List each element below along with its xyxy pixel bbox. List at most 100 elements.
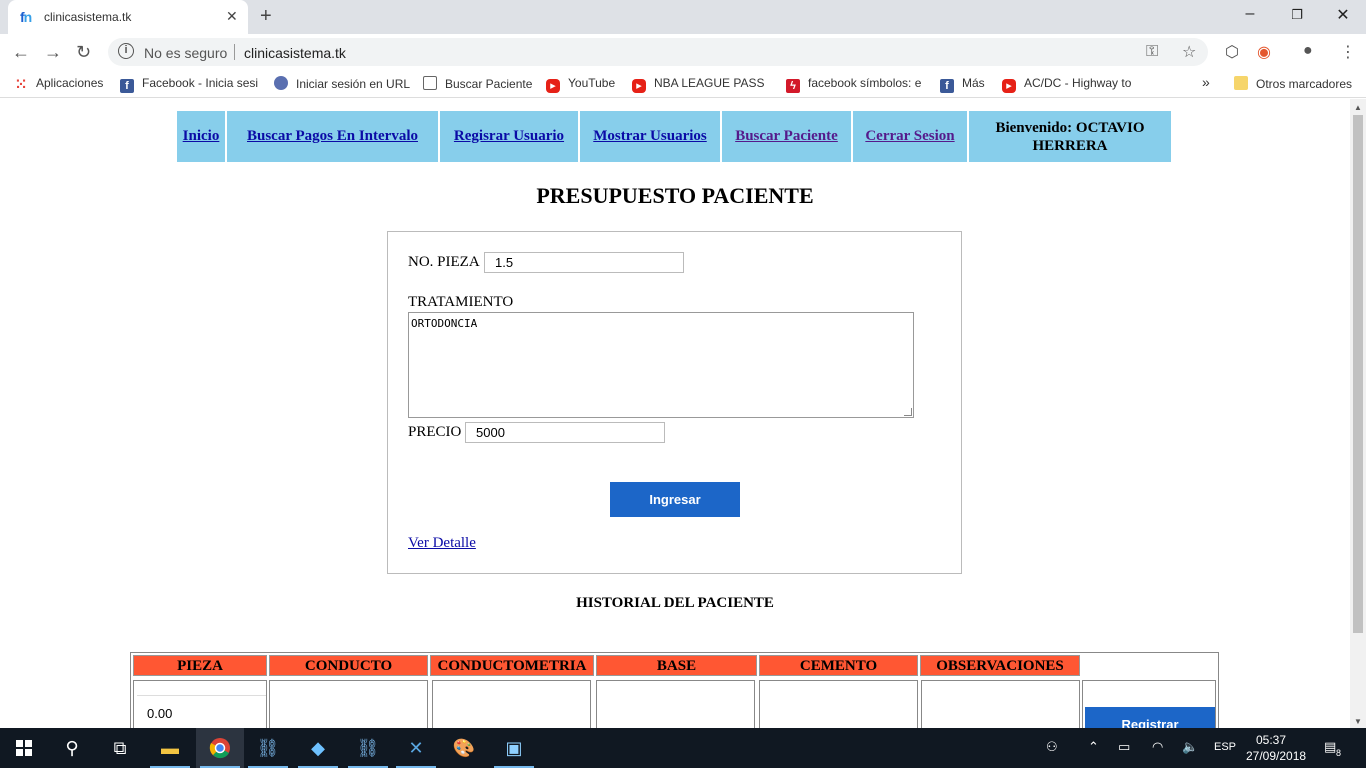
restore-icon[interactable]: ❐ [1287,7,1307,23]
wifi-icon[interactable]: ◠ [1152,739,1163,755]
volume-icon[interactable]: 🔈 [1182,739,1198,755]
battery-icon[interactable]: ▭ [1118,739,1130,755]
key-icon[interactable]: ⚿ [1146,43,1158,61]
people-icon[interactable]: ⚇ [1046,739,1058,755]
file-explorer-icon[interactable]: ▬ [146,728,194,768]
new-tab-button[interactable]: + [260,5,272,28]
chrome-icon[interactable] [196,728,244,768]
bookmark-mas[interactable]: f Más [940,76,985,93]
clock-date: 27/09/2018 [1246,749,1307,763]
profile-avatar[interactable]: ● [1303,42,1313,60]
scroll-up-icon[interactable]: ▲ [1354,103,1362,112]
scroll-down-icon[interactable]: ▼ [1354,717,1362,726]
youtube-icon: ▸ [546,79,560,93]
pieza-label: NO. PIEZA [408,254,480,270]
youtube-icon: ▸ [1002,79,1016,93]
paint-icon[interactable]: 🎨 [440,728,488,768]
virtualbox-icon[interactable]: ▣ [490,728,538,768]
vscode-icon[interactable]: ✕ [392,728,440,768]
bookmark-iniciar-sesion[interactable]: Iniciar sesión en URL [274,76,410,91]
notifications-icon[interactable]: ▤ [1324,739,1336,755]
page-title: PRESUPUESTO PACIENTE [536,183,814,208]
nav-cell-buscar-paciente: Buscar Paciente [722,111,851,162]
bookmarks-bar: ⁙ Aplicaciones f Facebook - Inicia sesi In… [0,70,1366,98]
clock[interactable]: 05:37 27/09/2018 [1246,732,1307,764]
other-bookmarks[interactable]: Otros marcadores [1234,76,1352,91]
menu-icon[interactable]: ⋮ [1340,42,1356,62]
bookmark-buscar-paciente[interactable]: Buscar Paciente [423,76,532,91]
nav-link-cerrar-sesion[interactable]: Cerrar Sesion [865,128,954,145]
info-icon[interactable]: i [118,43,134,59]
bookmark-facebook-simbolos[interactable]: ϟ facebook símbolos: e [786,76,923,93]
ver-detalle-link[interactable]: Ver Detalle [408,535,476,552]
reload-icon[interactable]: ↻ [76,42,91,63]
bookmark-acdc[interactable]: ▸ AC/DC - Highway to [1002,76,1138,93]
tab-title: clinicasistema.tk [44,10,132,24]
windows-logo-icon [16,740,32,756]
language-indicator[interactable]: ESP [1214,741,1236,753]
facebook-icon: f [940,79,954,93]
facebook-icon: f [120,79,134,93]
page-scrollbar[interactable]: ▲ ▼ [1350,99,1366,728]
bookmark-aplicaciones[interactable]: ⁙ Aplicaciones [14,76,103,91]
url-text[interactable]: clinicasistema.tk [244,45,346,61]
app-diamond-icon[interactable]: ◆ [294,728,342,768]
more-bookmarks-button[interactable]: » [1202,74,1210,90]
divider [234,44,235,60]
nav-cell-mostrar-usuarios: Mostrar Usuarios [580,111,720,162]
bookmark-nba[interactable]: ▸ NBA LEAGUE PASS H [632,76,767,93]
network-app-icon[interactable]: ⛓ [244,728,292,768]
document-icon [423,76,437,90]
start-button[interactable] [0,728,48,768]
address-bar[interactable]: i No es seguro clinicasistema.tk ⚿ ☆ [108,38,1208,66]
nav-link-buscar-pagos[interactable]: Buscar Pagos En Intervalo [247,128,418,145]
clock-time: 05:37 [1255,733,1287,747]
nav-link-buscar-paciente[interactable]: Buscar Paciente [735,128,838,145]
browser-toolbar: ← → ↻ i No es seguro clinicasistema.tk ⚿… [0,34,1366,70]
tray-expand-icon[interactable]: ⌃ [1088,739,1099,755]
window-close-icon[interactable]: ✕ [1333,5,1353,25]
main-nav: Inicio Buscar Pagos En Intervalo Regisra… [177,111,1173,162]
resize-handle[interactable] [904,408,912,416]
minimize-icon[interactable]: – [1240,5,1260,23]
scroll-thumb[interactable] [1353,115,1363,633]
network-app-2-icon[interactable]: ⛓ [344,728,392,768]
flash-icon: ϟ [786,79,800,93]
globe-icon [274,76,288,90]
chrome-logo-icon [209,738,230,759]
search-icon[interactable]: ⚲ [48,728,96,768]
notification-count: 8 [1336,748,1342,758]
bookmark-facebook[interactable]: f Facebook - Inicia sesi [120,76,258,93]
nav-link-inicio[interactable]: Inicio [183,128,220,145]
close-tab-icon[interactable]: ✕ [226,8,238,25]
extension-record-icon[interactable]: ◉ [1257,42,1271,62]
column-header-pieza: PIEZA [133,655,267,676]
column-header-conductometria: CONDUCTOMETRIA [430,655,594,676]
precio-input[interactable]: 5000 [465,422,665,443]
pieza-input[interactable]: 1.5 [484,252,684,273]
welcome-message: Bienvenido: OCTAVIO HERRERA [969,111,1171,162]
column-header-observaciones: OBSERVACIONES [920,655,1080,676]
windows-taskbar: ⚲ ⧉ ▬ ⛓ ◆ ⛓ ✕ 🎨 ▣ ⚇ ⌃ ▭ ◠ 🔈 ESP 05:37 27… [0,728,1366,768]
pieza-history-input[interactable]: 0.00 [137,695,266,729]
nav-link-registrar-usuario[interactable]: Regisrar Usuario [454,128,564,145]
nav-cell-inicio: Inicio [177,111,225,162]
column-header-conducto: CONDUCTO [269,655,428,676]
bookmark-youtube[interactable]: ▸ YouTube [546,76,615,93]
extension-icon[interactable]: ⬡ [1225,42,1239,62]
folder-icon [1234,76,1248,90]
tratamiento-textarea[interactable]: ORTODONCIA [408,312,914,418]
nav-cell-registrar-usuario: Regisrar Usuario [440,111,578,162]
browser-tab[interactable]: fn clinicasistema.tk ✕ [8,0,248,34]
page-content: Inicio Buscar Pagos En Intervalo Regisra… [0,99,1350,742]
back-icon[interactable]: ← [12,42,30,63]
apps-icon: ⁙ [15,76,27,91]
nav-cell-buscar-pagos: Buscar Pagos En Intervalo [227,111,438,162]
tab-strip: fn clinicasistema.tk ✕ + – ❐ ✕ [0,0,1366,34]
ingresar-button[interactable]: Ingresar [610,482,740,517]
precio-label: PRECIO [408,424,462,440]
nav-link-mostrar-usuarios[interactable]: Mostrar Usuarios [593,128,706,145]
task-view-icon[interactable]: ⧉ [96,728,144,768]
forward-icon[interactable]: → [44,42,62,63]
star-icon[interactable]: ☆ [1182,42,1196,62]
